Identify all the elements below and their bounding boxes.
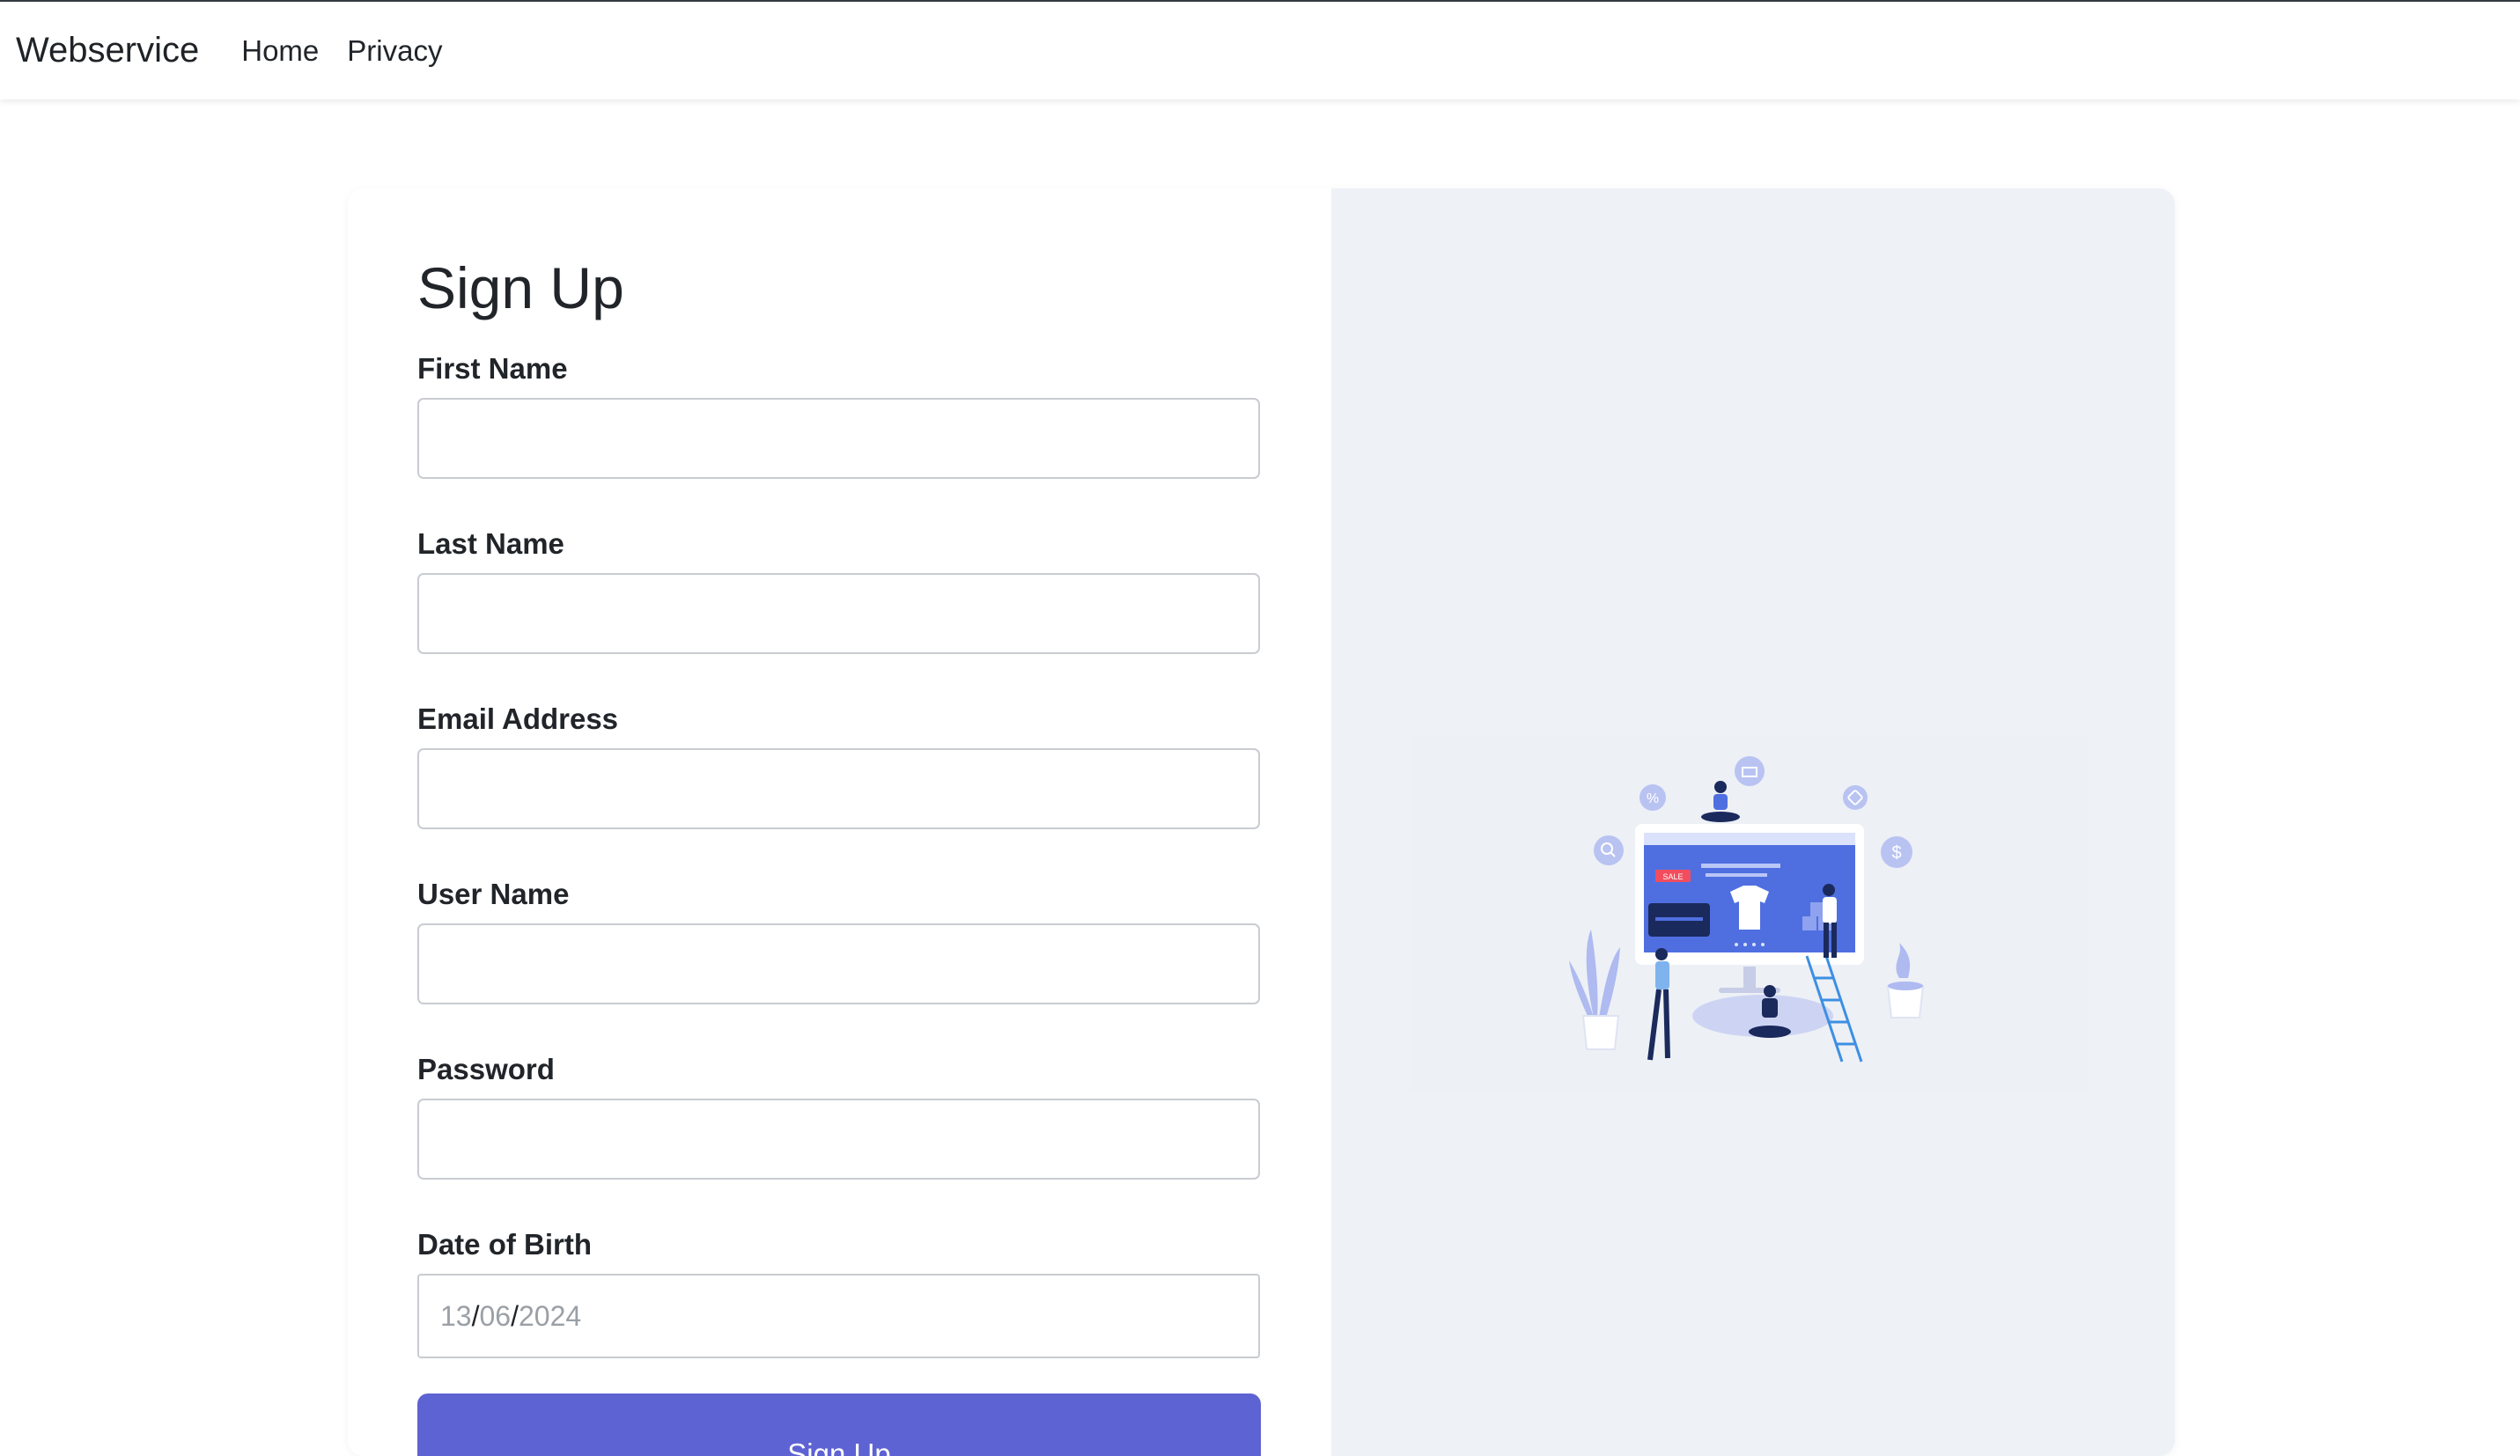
person-body xyxy=(1762,998,1778,1018)
brand-link[interactable]: Webservice xyxy=(16,31,199,70)
signup-button[interactable]: Sign Up xyxy=(417,1393,1261,1456)
person-head xyxy=(1655,948,1668,960)
person-leg xyxy=(1831,923,1837,958)
username-label: User Name xyxy=(417,878,570,910)
ladder-rail xyxy=(1824,955,1863,1063)
ecommerce-illustration: SALE % $ xyxy=(1411,736,2089,1092)
percent-glyph: % xyxy=(1647,791,1659,806)
password-group: Password xyxy=(417,1053,1331,1180)
dob-label: Date of Birth xyxy=(417,1228,592,1261)
person-head xyxy=(1764,985,1776,997)
cup-rim xyxy=(1888,982,1923,990)
dob-month[interactable]: 06 xyxy=(479,1300,511,1333)
person-leg xyxy=(1663,989,1670,1059)
credit-card-stripe xyxy=(1655,917,1703,921)
plant-pot xyxy=(1581,1015,1620,1050)
username-input[interactable] xyxy=(417,923,1260,1004)
nav-link-privacy[interactable]: Privacy xyxy=(347,34,442,68)
illustration-panel: SALE % $ xyxy=(1331,188,2175,1456)
carousel-dot xyxy=(1761,943,1765,946)
plant-leaf xyxy=(1599,947,1620,1018)
username-group: User Name xyxy=(417,878,1331,1004)
dob-input[interactable]: 13 / 06 / 2024 xyxy=(417,1274,1260,1358)
tag-icon xyxy=(1843,785,1868,810)
sale-tag-text: SALE xyxy=(1662,872,1683,881)
first-name-label: First Name xyxy=(417,352,568,385)
ecommerce-illustration-svg: SALE % $ xyxy=(1569,756,1925,1063)
dollar-glyph: $ xyxy=(1891,843,1901,863)
cup xyxy=(1886,985,1925,1018)
person-legs xyxy=(1701,812,1740,822)
first-name-group: First Name xyxy=(417,352,1331,479)
dob-group: Date of Birth 13 / 06 / 2024 xyxy=(417,1228,1331,1358)
last-name-input[interactable] xyxy=(417,573,1260,654)
carousel-dot xyxy=(1752,943,1756,946)
person-leg xyxy=(1824,923,1829,958)
box xyxy=(1810,902,1824,916)
carousel-dot xyxy=(1735,943,1738,946)
nav-link-home[interactable]: Home xyxy=(241,34,319,68)
page-title: Sign Up xyxy=(417,255,624,320)
dob-year[interactable]: 2024 xyxy=(519,1300,581,1333)
password-input[interactable] xyxy=(417,1099,1260,1180)
person-legs xyxy=(1749,1026,1791,1038)
dob-separator: / xyxy=(511,1299,519,1332)
first-name-input[interactable] xyxy=(417,398,1260,479)
email-label: Email Address xyxy=(417,702,619,735)
last-name-label: Last Name xyxy=(417,527,564,560)
steam xyxy=(1896,943,1911,978)
monitor-stand xyxy=(1743,967,1756,989)
email-group: Email Address xyxy=(417,702,1331,829)
screen-line xyxy=(1706,873,1767,877)
person-leg xyxy=(1647,989,1662,1061)
screen-line xyxy=(1701,864,1780,868)
dob-day[interactable]: 13 xyxy=(440,1300,472,1333)
carousel-dot xyxy=(1743,943,1747,946)
person-body xyxy=(1823,897,1837,923)
dob-separator: / xyxy=(471,1299,480,1332)
last-name-group: Last Name xyxy=(417,527,1331,654)
person-head xyxy=(1823,884,1835,896)
person-body xyxy=(1655,961,1669,989)
navbar: Webservice Home Privacy xyxy=(0,0,2520,99)
browser-bar xyxy=(1644,833,1855,845)
search-icon xyxy=(1594,835,1624,865)
password-label: Password xyxy=(417,1053,555,1085)
signup-card: Sign Up First Name Last Name Email Addre… xyxy=(348,188,2175,1456)
person-head xyxy=(1714,781,1727,793)
email-input[interactable] xyxy=(417,748,1260,829)
box xyxy=(1802,916,1816,930)
basket-icon xyxy=(1735,756,1765,786)
signup-form: Sign Up First Name Last Name Email Addre… xyxy=(348,188,1331,1456)
person-body xyxy=(1713,794,1728,810)
